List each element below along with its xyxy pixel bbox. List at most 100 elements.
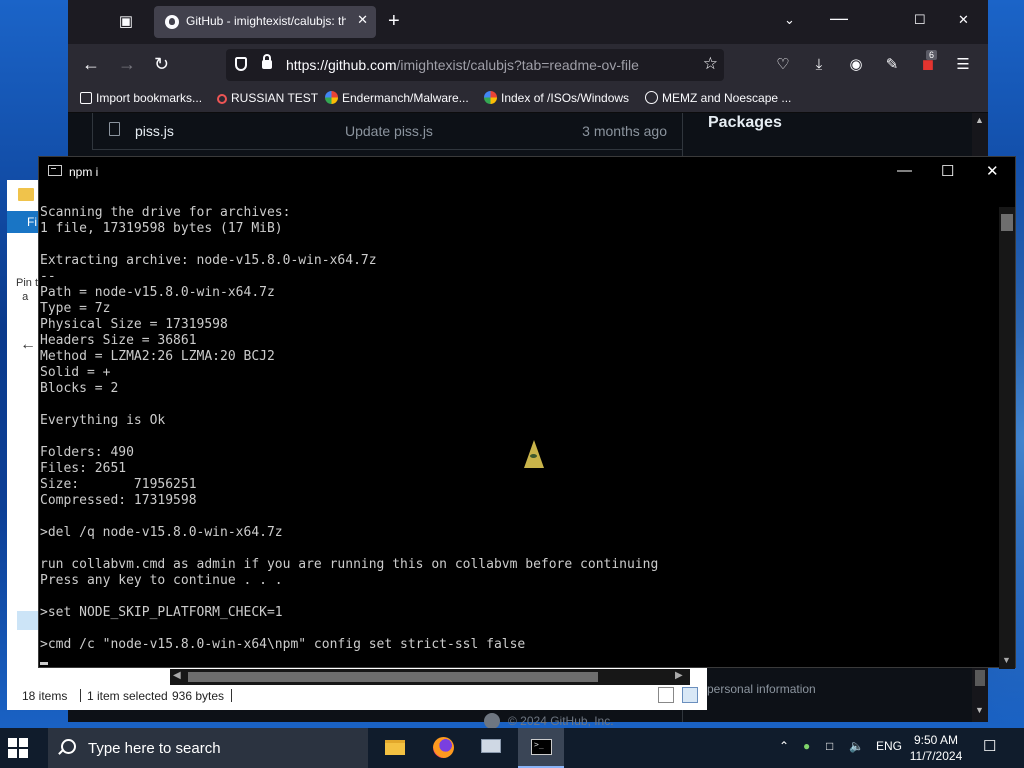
- google-icon: [484, 91, 497, 104]
- bookmark-star-icon[interactable]: ☆: [703, 54, 718, 74]
- menu-icon[interactable]: ☰: [954, 56, 972, 74]
- start-button[interactable]: [8, 738, 28, 758]
- taskbar-firefox[interactable]: [420, 728, 466, 768]
- globe-icon: [645, 91, 658, 104]
- spinner-icon: [217, 94, 227, 104]
- console-text: Scanning the drive for archives: 1 file,…: [40, 205, 659, 652]
- details-view-icon[interactable]: [658, 687, 674, 703]
- clock[interactable]: 9:50 AM 11/7/2024: [904, 732, 968, 764]
- commit-age: 3 months ago: [582, 123, 667, 139]
- packages-heading[interactable]: Packages: [708, 114, 782, 132]
- console-icon: >_: [531, 739, 552, 755]
- language-indicator[interactable]: ENG: [876, 739, 902, 753]
- clock-time: 9:50 AM: [913, 733, 959, 747]
- pin-label[interactable]: Pin t a: [16, 276, 38, 304]
- computer-icon: [481, 739, 501, 753]
- item-count: 18 items: [22, 689, 68, 703]
- nav-bar: ← → ↻ https://github.com/imightexist/cal…: [68, 44, 988, 86]
- tracking-shield-icon[interactable]: [235, 57, 247, 71]
- volume-icon[interactable]: 🔈: [849, 739, 864, 753]
- console-window: npm i — ☐ ✕ Scanning the drive for archi…: [38, 156, 1016, 685]
- scrollbar-thumb[interactable]: [188, 672, 598, 682]
- bookmark-label: RUSSIAN TEST: [231, 91, 319, 105]
- taskbar-computer[interactable]: [468, 728, 514, 768]
- search-placeholder: Type here to search: [88, 740, 221, 757]
- close-tab-icon[interactable]: ✕: [357, 12, 368, 28]
- console-output[interactable]: Scanning the drive for archives: 1 file,…: [40, 205, 995, 665]
- account-icon[interactable]: ◉: [847, 56, 865, 74]
- large-icons-view-icon[interactable]: [682, 687, 698, 703]
- notifications-icon[interactable]: ☐: [983, 737, 996, 755]
- console-title: npm i: [69, 165, 99, 179]
- file-menu-tab[interactable]: Fi: [27, 215, 37, 229]
- folder-icon: [18, 188, 34, 201]
- clock-date: 11/7/2024: [909, 749, 963, 763]
- file-row[interactable]: piss.js Update piss.js 3 months ago: [92, 113, 683, 150]
- commit-message[interactable]: Update piss.js: [345, 123, 433, 139]
- cursor-eye-detail: [530, 454, 537, 458]
- console-titlebar[interactable]: npm i — ☐ ✕: [39, 157, 1015, 187]
- firefox-icon: [433, 737, 454, 758]
- url-text[interactable]: https://github.com/imightexist/calubjs?t…: [286, 57, 639, 73]
- bookmark-item[interactable]: Index of /ISOs/Windows: [484, 91, 629, 105]
- scrollbar-thumb[interactable]: [975, 670, 985, 686]
- close-window-button[interactable]: ✕: [958, 12, 969, 28]
- pocket-icon[interactable]: ♡: [774, 56, 792, 74]
- extensions-icon[interactable]: ✎: [883, 56, 901, 74]
- back-arrow-icon[interactable]: ←: [20, 336, 36, 354]
- scroll-down-arrow-icon[interactable]: ▼: [975, 705, 984, 715]
- back-button[interactable]: ←: [82, 54, 100, 74]
- network-icon[interactable]: □: [826, 739, 833, 753]
- maximize-button[interactable]: ☐: [941, 162, 954, 180]
- bookmark-label: MEMZ and Noescape ...: [662, 91, 792, 105]
- bookmark-item[interactable]: Endermanch/Malware...: [325, 91, 469, 105]
- scroll-down-arrow-icon[interactable]: ▼: [1002, 655, 1011, 665]
- scroll-left-arrow-icon[interactable]: ◀: [173, 670, 181, 681]
- reload-button[interactable]: ↻: [154, 54, 169, 74]
- new-tab-button[interactable]: +: [388, 10, 400, 32]
- scroll-right-arrow-icon[interactable]: ▶: [675, 670, 683, 681]
- scroll-up-arrow-icon[interactable]: ▲: [975, 115, 984, 125]
- tab-strip: ▣ GitHub - imightexist/calubjs: th ✕ + ⌄…: [68, 0, 988, 44]
- taskbar: Type here to search >_ ⌃ ● □ 🔈 ENG 9:50 …: [0, 728, 1024, 768]
- bookmark-label: Endermanch/Malware...: [342, 91, 469, 105]
- github-logo-icon[interactable]: [484, 713, 500, 729]
- divider: [231, 689, 232, 702]
- bookmark-label: Index of /ISOs/Windows: [501, 91, 630, 105]
- bookmark-item[interactable]: Import bookmarks...: [80, 91, 202, 105]
- minimize-button[interactable]: —: [897, 162, 912, 179]
- chevron-down-icon[interactable]: ⌄: [784, 12, 795, 28]
- console-horizontal-scrollbar[interactable]: ◀ ▶: [170, 669, 690, 685]
- maximize-button[interactable]: ☐: [914, 12, 926, 28]
- url-path: /imightexist/calubjs?tab=readme-ov-file: [396, 57, 639, 73]
- ublock-badge: 6: [926, 50, 938, 60]
- download-icon[interactable]: ⤓: [810, 56, 828, 74]
- lock-icon[interactable]: [262, 54, 272, 69]
- selection-size: 936 bytes: [172, 689, 225, 703]
- taskbar-file-explorer[interactable]: [372, 728, 418, 768]
- show-hidden-icons-chevron-icon[interactable]: ⌃: [779, 739, 789, 753]
- forward-button[interactable]: →: [118, 54, 136, 74]
- file-name[interactable]: piss.js: [135, 123, 174, 139]
- personal-info-link[interactable]: personal information: [707, 682, 816, 696]
- console-vertical-scrollbar[interactable]: ▼: [999, 207, 1015, 669]
- selection-count: 1 item selected: [87, 689, 168, 703]
- minimize-button[interactable]: —: [830, 8, 848, 29]
- github-icon: [165, 15, 179, 29]
- taskbar-search[interactable]: Type here to search: [48, 728, 368, 768]
- tab-title: GitHub - imightexist/calubjs: th: [186, 14, 346, 28]
- bookmark-item[interactable]: RUSSIAN TEST: [217, 91, 318, 105]
- console-icon: [48, 165, 62, 176]
- url-bar[interactable]: https://github.com/imightexist/calubjs?t…: [226, 49, 724, 81]
- footer-text: © 2024 GitHub, Inc.: [508, 714, 614, 728]
- close-button[interactable]: ✕: [986, 162, 999, 180]
- bookmark-item[interactable]: MEMZ and Noescape ...: [645, 91, 791, 105]
- bookmarks-toolbar: Import bookmarks... RUSSIAN TEST Enderma…: [68, 86, 988, 113]
- scrollbar-thumb[interactable]: [1001, 214, 1013, 231]
- taskbar-console[interactable]: >_: [518, 728, 564, 768]
- tab-github[interactable]: GitHub - imightexist/calubjs: th ✕: [154, 6, 376, 38]
- page-footer: © 2024 GitHub, Inc.: [484, 713, 614, 729]
- tab-list-icon[interactable]: ▣: [116, 12, 136, 32]
- import-icon: [80, 92, 92, 104]
- tray-app-icon[interactable]: ●: [803, 739, 810, 753]
